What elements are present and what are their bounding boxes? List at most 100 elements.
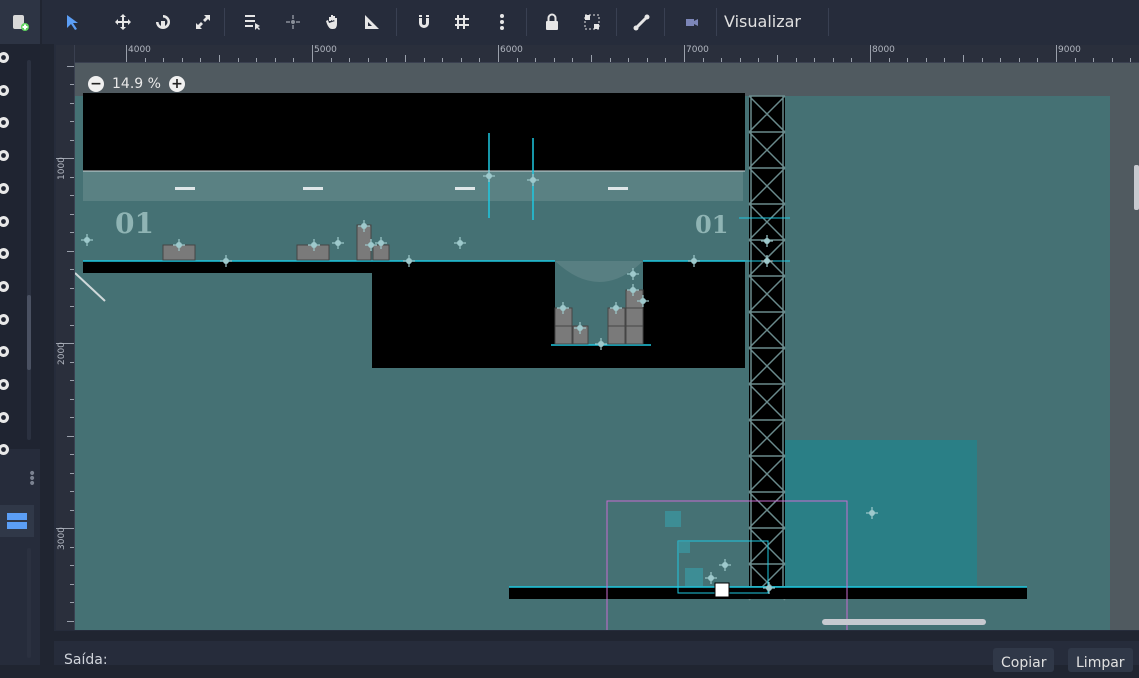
ruler-minor-tick (70, 491, 74, 492)
ruler-minor-tick (795, 58, 797, 62)
select-tool[interactable] (58, 8, 86, 36)
dock-scrollbar-thumb[interactable] (27, 295, 31, 370)
visibility-toggle-icon[interactable] (0, 149, 10, 162)
pivot-tool[interactable] (279, 8, 307, 36)
clear-button[interactable]: Limpar (1068, 648, 1133, 672)
view-menu-button[interactable]: Visualizar (724, 10, 801, 34)
visibility-toggle-icon[interactable] (0, 443, 10, 456)
horizontal-scrollbar-thumb[interactable] (822, 619, 986, 625)
ruler-minor-tick (1074, 58, 1076, 62)
visibility-toggle-icon[interactable] (0, 378, 10, 391)
ruler-minor-tick (200, 58, 202, 62)
ruler-label: 4000 (128, 45, 151, 55)
ruler-minor-tick (460, 58, 462, 62)
visibility-toggle-icon[interactable] (0, 116, 10, 129)
visibility-toggle-icon[interactable] (0, 313, 10, 326)
kebab-icon (500, 14, 504, 30)
ruler-minor-tick (386, 58, 388, 62)
toolbar-separator (716, 8, 717, 36)
zoom-out-button[interactable]: − (88, 76, 104, 92)
level-scene[interactable]: 01 01 (75, 63, 1139, 630)
grid-snap-icon (455, 15, 469, 29)
ruler-minor-tick (70, 583, 74, 585)
ruler-minor-tick (944, 58, 946, 62)
ruler-minor-tick (70, 343, 74, 344)
ruler-minor-tick (1018, 58, 1020, 62)
magnet-icon (419, 15, 429, 28)
ruler-tick (126, 45, 127, 62)
ruler-minor-tick (293, 58, 295, 62)
ruler-label: 7000 (686, 45, 709, 55)
ruler-minor-tick (70, 176, 74, 178)
ruler-minor-tick (405, 55, 406, 62)
scene-canvas[interactable]: 01 01 (75, 63, 1139, 630)
ruler-minor-tick (907, 58, 909, 62)
zoom-reset-label[interactable]: 14.9 % (112, 76, 161, 92)
ruler-minor-tick (925, 58, 927, 62)
group-icon (584, 14, 600, 30)
ruler-horizontal[interactable]: 4000 5000 6000 7000 8000 9000 (56, 45, 1139, 63)
dock-scrollbar-lower[interactable] (27, 548, 31, 658)
camera-override-button[interactable] (678, 8, 706, 36)
ruler-minor-tick (814, 58, 816, 62)
ruler-minor-tick (442, 58, 444, 62)
group-button[interactable] (578, 8, 606, 36)
ruler-minor-tick (777, 55, 778, 62)
skeleton-button[interactable] (628, 8, 656, 36)
add-script-button[interactable] (0, 0, 40, 44)
ruler-minor-tick (758, 58, 760, 62)
copy-button[interactable]: Copiar (993, 648, 1055, 672)
visibility-toggle-icon[interactable] (0, 215, 10, 228)
ruler-minor-tick (1037, 58, 1039, 62)
ruler-minor-tick (646, 58, 648, 62)
ruler-minor-tick (888, 58, 890, 62)
rotate-icon (156, 15, 170, 29)
ruler-minor-tick (70, 195, 74, 196)
visibility-toggle-icon[interactable] (0, 411, 10, 424)
camera-icon (686, 19, 698, 26)
toolbar-separator (616, 8, 617, 36)
snap-options[interactable] (488, 8, 516, 36)
move-tool[interactable] (109, 8, 137, 36)
visibility-toggle-icon[interactable] (0, 280, 10, 293)
visibility-toggle-icon[interactable] (0, 84, 10, 97)
ruler-minor-tick (144, 58, 146, 62)
ruler-minor-tick (702, 58, 704, 62)
lattice-tower (748, 95, 786, 601)
ruler-minor-tick (423, 58, 425, 62)
grid-snap-toggle[interactable] (448, 8, 476, 36)
ruler-minor-tick (1111, 58, 1113, 62)
ruler-minor-tick (851, 58, 853, 62)
ruler-tool[interactable] (358, 8, 386, 36)
zoom-in-button[interactable]: + (168, 76, 185, 92)
dock-drag-handle[interactable]: • • • (28, 467, 36, 491)
dock-layout-button[interactable] (0, 505, 34, 537)
smart-snap-toggle[interactable] (410, 8, 438, 36)
ruler-minor-tick (70, 380, 74, 381)
ruler-vertical[interactable]: 1000 2000 3000 (56, 45, 75, 630)
ruler-minor-tick (70, 361, 74, 363)
visibility-toggle-icon[interactable] (0, 345, 10, 358)
list-select-tool[interactable] (238, 8, 266, 36)
ruler-minor-tick (721, 58, 723, 62)
ruler-minor-tick (70, 269, 74, 270)
visibility-toggle-icon[interactable] (0, 51, 10, 64)
ruler-minor-tick (367, 58, 369, 62)
lock-icon (546, 13, 558, 30)
lock-button[interactable] (538, 8, 566, 36)
pivot-icon (286, 15, 300, 29)
ruler-label: 9000 (1058, 45, 1081, 55)
vertical-scrollbar-thumb[interactable] (1134, 165, 1139, 210)
ruler-minor-tick (70, 213, 74, 215)
ruler-minor-tick (70, 232, 74, 233)
rotate-tool[interactable] (149, 8, 177, 36)
visibility-toggle-icon[interactable] (0, 182, 10, 195)
visibility-toggle-icon[interactable] (0, 247, 10, 260)
ruler-minor-tick (163, 58, 165, 62)
ruler-tick (684, 45, 685, 62)
dock-scrollbar-track[interactable] (27, 60, 31, 440)
toolbar-separator (664, 8, 665, 36)
ruler-minor-tick (237, 58, 239, 62)
scale-tool[interactable] (189, 8, 217, 36)
pan-tool[interactable] (319, 8, 347, 36)
